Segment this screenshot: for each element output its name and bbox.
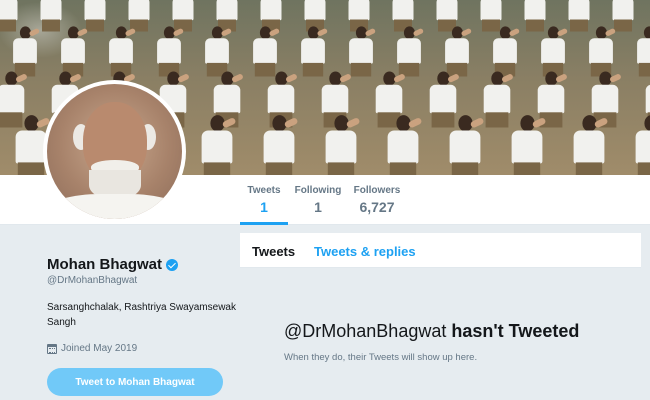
stat-tweets-value: 1 bbox=[260, 199, 268, 215]
tweet-to-button[interactable]: Tweet to Mohan Bhagwat bbox=[47, 368, 223, 396]
calendar-icon bbox=[47, 343, 57, 354]
stat-following[interactable]: Following 1 bbox=[294, 185, 342, 215]
stat-followers-value: 6,727 bbox=[359, 199, 395, 215]
tab-tweets-and-replies[interactable]: Tweets & replies bbox=[314, 244, 416, 259]
profile-bio: Sarsanghchalak, Rashtriya Swayamsewak Sa… bbox=[47, 302, 236, 328]
empty-state-handle: @DrMohanBhagwat bbox=[284, 321, 447, 341]
joined-text: Joined May 2019 bbox=[61, 343, 138, 354]
profile-name-text: Mohan Bhagwat bbox=[47, 256, 162, 273]
stat-following-value: 1 bbox=[314, 199, 322, 215]
avatar-photo bbox=[47, 84, 182, 219]
profile-name[interactable]: Mohan Bhagwat bbox=[47, 256, 178, 273]
stat-tweets-label: Tweets bbox=[247, 185, 281, 196]
profile-handle[interactable]: @DrMohanBhagwat bbox=[47, 275, 137, 286]
stat-following-label: Following bbox=[294, 185, 342, 196]
verified-badge-icon bbox=[166, 258, 178, 271]
profile-avatar[interactable] bbox=[43, 80, 186, 223]
empty-state-message: hasn't Tweeted bbox=[451, 321, 580, 341]
stat-followers[interactable]: Followers 6,727 bbox=[352, 185, 402, 215]
tab-tweets[interactable]: Tweets bbox=[252, 244, 295, 259]
empty-state-subtext: When they do, their Tweets will show up … bbox=[284, 352, 478, 363]
empty-state-title: @DrMohanBhagwat hasn't Tweeted bbox=[284, 321, 579, 342]
stat-followers-label: Followers bbox=[353, 185, 401, 196]
stat-tweets[interactable]: Tweets 1 bbox=[240, 185, 288, 225]
profile-joined-date: Joined May 2019 bbox=[47, 343, 137, 354]
timeline-tabs: Tweets Tweets & replies bbox=[240, 233, 641, 268]
